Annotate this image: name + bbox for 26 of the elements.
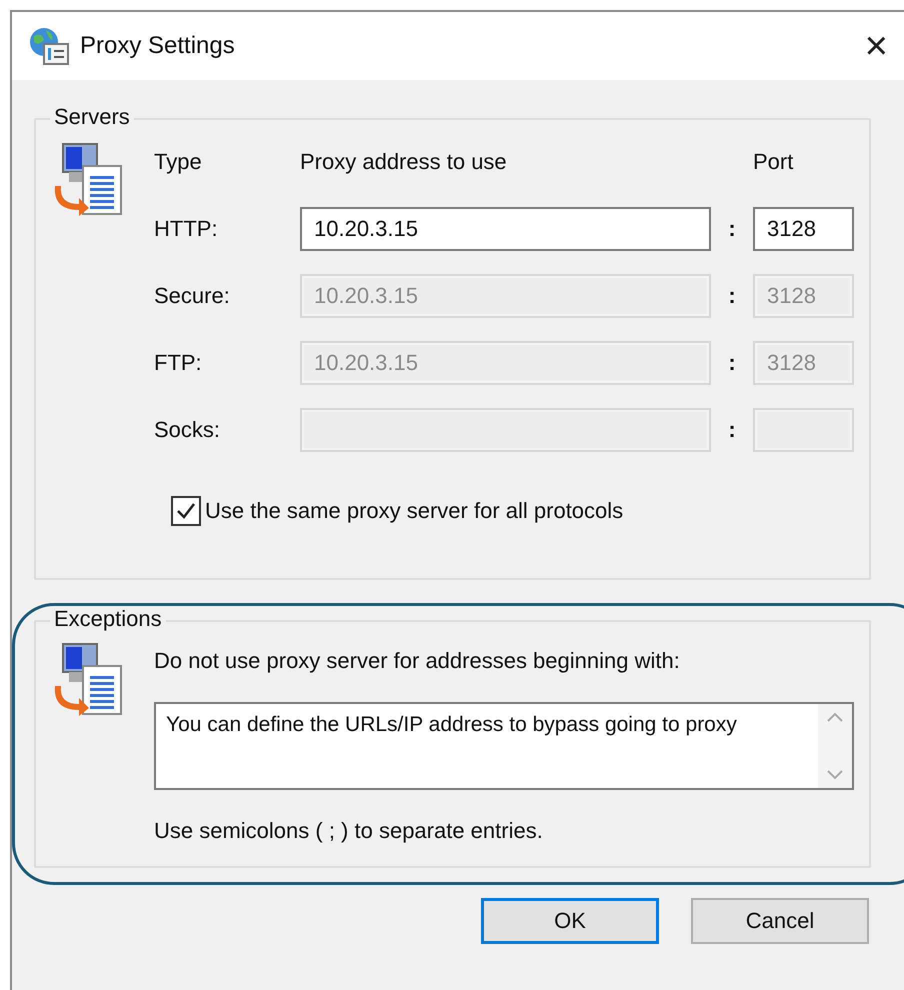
scroll-down-icon[interactable] (827, 770, 843, 780)
hint-text: Use semicolons ( ; ) to separate entries. (154, 818, 544, 844)
column-header: Port (753, 149, 794, 175)
separator: : (728, 216, 736, 242)
column-header: Proxy address to use (300, 149, 508, 175)
exceptions-field[interactable]: You can define the URLs/IP address to bypass going to proxy (154, 702, 854, 790)
port-field[interactable]: 3128 (753, 207, 854, 251)
scroll-up-icon[interactable] (827, 712, 843, 722)
checkbox-label: Use the same proxy server for all protocols (205, 498, 624, 524)
separator: : (728, 350, 736, 376)
protocol-label: FTP: (154, 350, 203, 376)
address-field[interactable]: 10.20.3.15 (300, 207, 711, 251)
window-title: Proxy Settings (80, 32, 236, 60)
protocol-label: Secure: (154, 283, 231, 309)
protocol-label: Socks: (154, 417, 222, 443)
separator: : (728, 283, 736, 309)
dialog-button[interactable]: Cancel (691, 898, 869, 944)
globe-document-icon (28, 26, 70, 66)
protocol-label: HTTP: (154, 216, 219, 242)
instruction-text: Do not use proxy server for addresses beginning with: (154, 648, 681, 674)
scrollbar[interactable] (818, 704, 852, 788)
column-header: Type (154, 149, 203, 175)
dialog-button[interactable]: OK (481, 898, 659, 944)
checkbox[interactable] (171, 496, 201, 526)
close-button[interactable]: × (862, 26, 890, 66)
separator: : (728, 417, 736, 443)
